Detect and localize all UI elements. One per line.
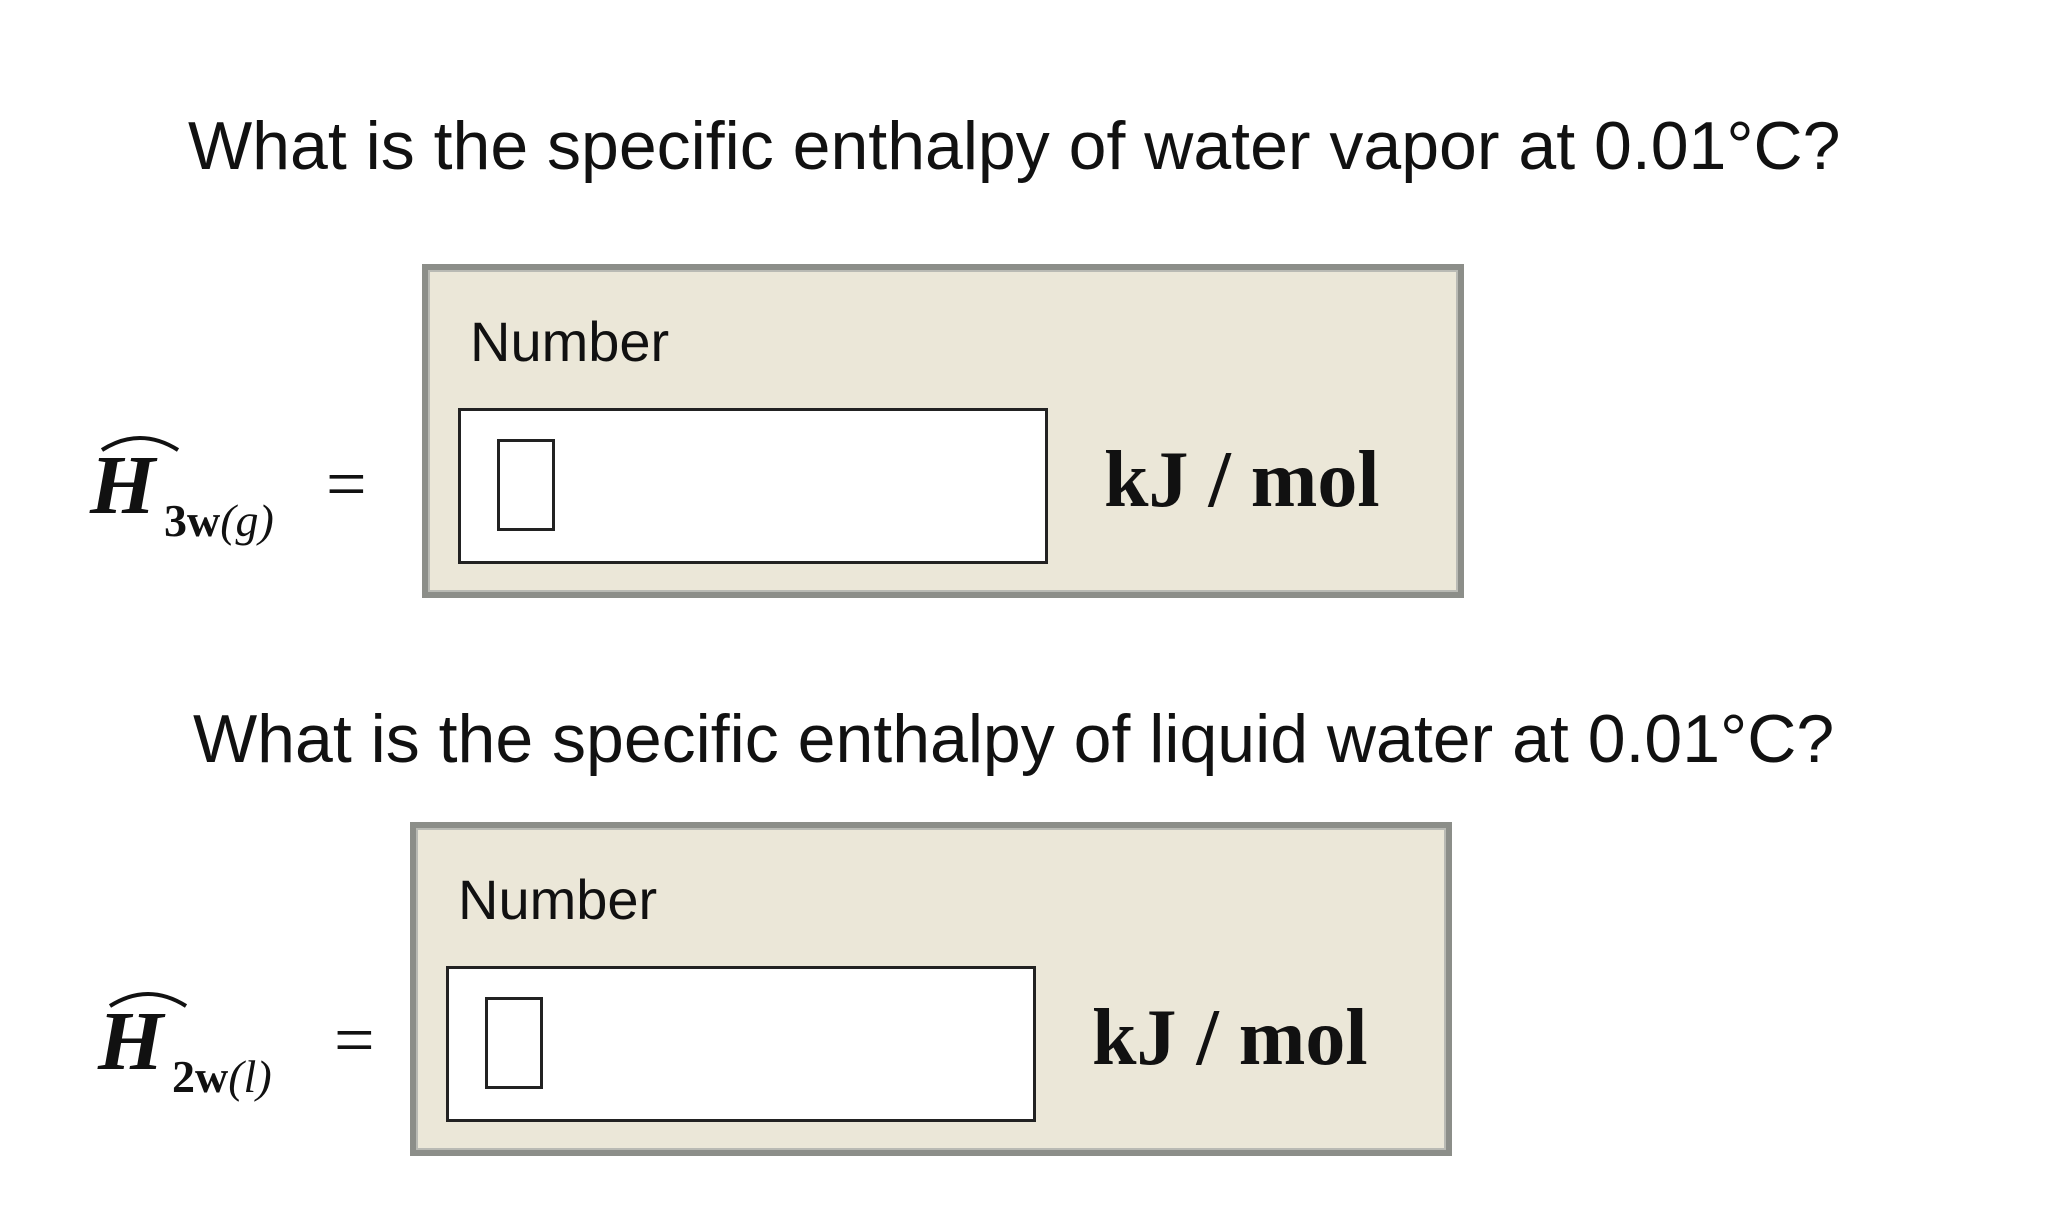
question-2-prompt: What is the specific enthalpy of liquid … [193,701,1835,777]
unit-label: kJ / mol [1092,994,1368,1082]
answer-panel-liquid: Number kJ / mol [410,822,1452,1156]
enthalpy-vapor-symbol: H 3w(g) = [90,424,420,554]
input-cursor-box-icon [497,439,555,531]
input-cursor-box-icon [485,997,543,1089]
enthalpy-vapor-input[interactable] [458,408,1048,564]
enthalpy-liquid-input[interactable] [446,966,1036,1122]
enthalpy-liquid-symbol: H 2w(l) = [98,980,428,1110]
unit-label: kJ / mol [1104,436,1380,524]
question-1-prompt: What is the specific enthalpy of water v… [188,108,1841,184]
equals-sign: = [334,1000,375,1080]
number-label: Number [470,310,670,373]
number-label: Number [458,868,658,931]
enthalpy-symbol: H [90,439,156,532]
enthalpy-subscript: 3w(g) [164,495,274,546]
answer-panel-vapor: Number kJ / mol [422,264,1464,598]
enthalpy-symbol: H [98,995,164,1088]
equals-sign: = [326,444,367,524]
enthalpy-subscript: 2w(l) [172,1051,272,1102]
